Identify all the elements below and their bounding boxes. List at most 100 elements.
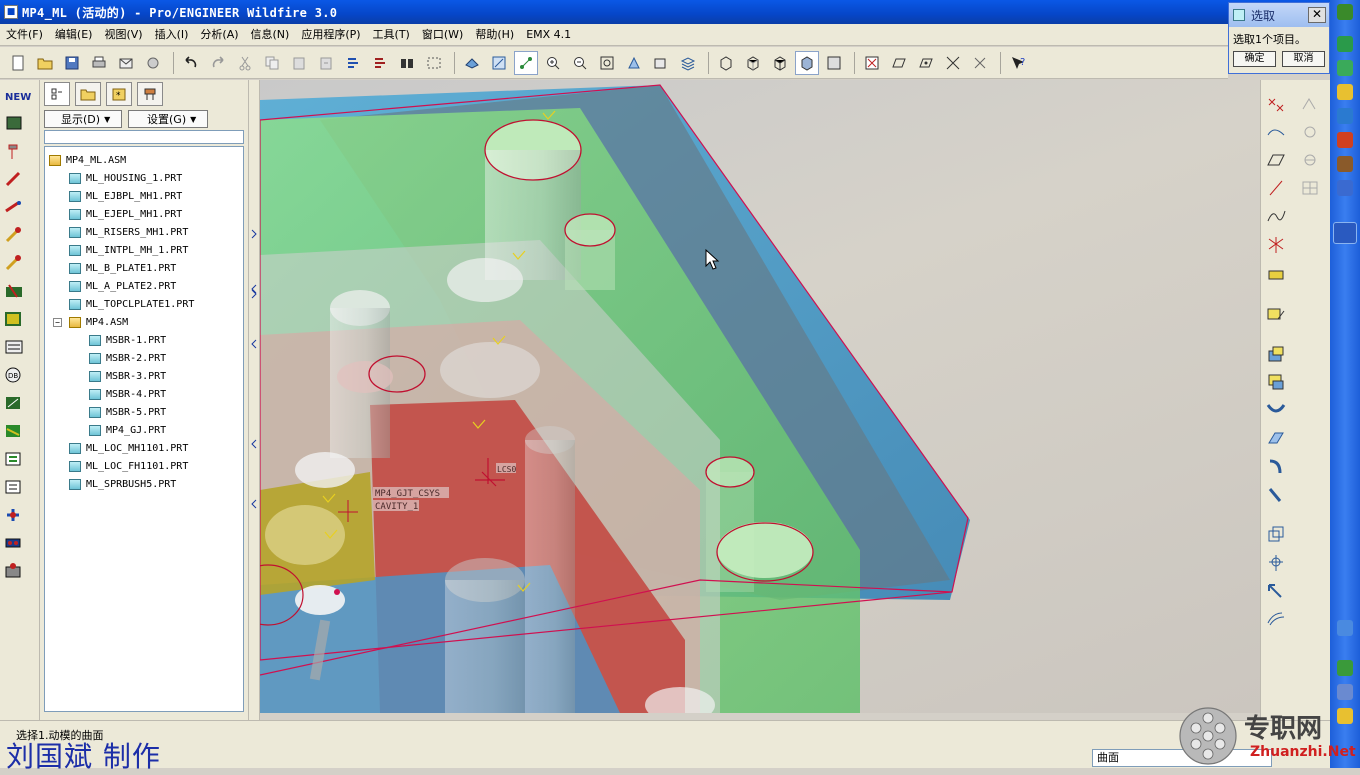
menu-item[interactable]: 文件(F) [0,24,49,46]
selection-box-icon[interactable] [422,51,446,75]
bom-icon[interactable] [3,418,37,444]
copy-feature-icon[interactable] [1263,522,1289,546]
tree-item[interactable]: ML_SPRBUSH5.PRT [45,475,243,493]
tree-item[interactable]: MSBR-1.PRT [45,331,243,349]
tree-item[interactable]: MSBR-5.PRT [45,403,243,421]
close-icon[interactable]: ✕ [1308,7,1326,23]
shield-icon[interactable] [1337,36,1353,52]
sweep-icon[interactable] [1263,398,1289,422]
zoom-in-icon[interactable] [541,51,565,75]
menu-item[interactable]: 信息(N) [245,24,296,46]
menu-item[interactable]: EMX 4.1 [520,24,577,46]
screw-icon[interactable] [3,166,37,192]
annotation-display-icon[interactable] [968,51,992,75]
volume-icon[interactable] [1337,684,1353,700]
chevron-down-icon[interactable] [1337,180,1353,196]
connections-tab-icon[interactable] [137,82,163,106]
extrude-icon[interactable] [1263,342,1289,366]
new-file-icon[interactable] [6,51,30,75]
tree-item[interactable]: ML_EJBPL_MH1.PRT [45,187,243,205]
ok-button[interactable]: 确定 [1233,51,1276,67]
component-icon[interactable] [3,502,37,528]
collapse-icon[interactable]: − [53,317,62,327]
saved-views-icon[interactable] [649,51,673,75]
trim-icon[interactable] [1297,92,1323,116]
browser-icon[interactable] [1337,132,1353,148]
tree-item[interactable]: ML_RISERS_MH1.PRT [45,223,243,241]
analysis-feature-icon[interactable] [1263,260,1289,284]
app-icon[interactable] [1337,156,1353,172]
cut-icon[interactable] [233,51,257,75]
spin-center-icon[interactable] [514,50,538,75]
panel-splitter[interactable] [248,80,260,720]
shell-icon[interactable] [1297,148,1323,172]
sketched-curve-icon[interactable] [1263,120,1289,144]
chamfer-icon[interactable] [1263,482,1289,506]
tree-item[interactable]: ML_HOUSING_1.PRT [45,169,243,187]
tree-root[interactable]: MP4_ML.ASM [45,151,243,169]
send-mail-icon[interactable] [114,51,138,75]
animation-icon[interactable] [3,558,37,584]
tree-item[interactable]: ML_EJEPL_MH1.PRT [45,205,243,223]
zoom-out-icon[interactable] [568,51,592,75]
model-tree-tab-icon[interactable] [44,82,70,106]
open-folder-icon[interactable] [33,51,57,75]
tree-item[interactable]: MSBR-4.PRT [45,385,243,403]
tree-item[interactable]: ML_A_PLATE2.PRT [45,277,243,295]
wireframe-icon[interactable] [714,51,738,75]
refit-icon[interactable] [595,51,619,75]
orient-mode-icon[interactable] [487,51,511,75]
menu-item[interactable]: 应用程序(P) [295,24,366,46]
lifter-icon[interactable] [3,334,37,360]
datum-plane-icon[interactable] [1263,148,1289,172]
repaint-icon[interactable] [460,51,484,75]
cooling-icon[interactable] [3,278,37,304]
clearance-icon[interactable] [3,390,37,416]
keyboard-icon[interactable] [1337,620,1353,636]
guide-pin-icon[interactable] [3,194,37,220]
new-icon[interactable]: NEW [3,82,37,108]
paste-icon[interactable] [287,51,311,75]
revolve-icon[interactable] [1263,370,1289,394]
locating-ring-icon[interactable] [3,250,37,276]
ejector-pin-icon[interactable] [3,138,37,164]
slider-icon[interactable] [3,306,37,332]
drawing-icon[interactable] [3,446,37,472]
tree-item[interactable]: MSBR-2.PRT [45,349,243,367]
ejection-icon[interactable] [3,530,37,556]
tree-item[interactable]: MSBR-3.PRT [45,367,243,385]
offset-icon[interactable] [1263,606,1289,630]
menu-item[interactable]: 分析(A) [194,24,244,46]
tree-item[interactable]: ML_B_PLATE1.PRT [45,259,243,277]
hidden-line-icon[interactable] [741,51,765,75]
menu-item[interactable]: 视图(V) [98,24,148,46]
show-dropdown[interactable]: 显示(D) ▼ [44,110,122,128]
menu-item[interactable]: 窗口(W) [416,24,469,46]
datum-axes-icon[interactable] [887,51,911,75]
favorites-tab-icon[interactable]: * [106,82,132,106]
settings-dropdown[interactable]: 设置(G) ▼ [128,110,208,128]
tree-item[interactable]: ML_LOC_MH1101.PRT [45,439,243,457]
datum-planes-icon[interactable] [860,51,884,75]
folder-browser-tab-icon[interactable] [75,82,101,106]
task-proe-button[interactable] [1333,222,1357,244]
shading-icon[interactable] [795,50,819,75]
mirror-icon[interactable] [1263,550,1289,574]
blend-icon[interactable] [1263,426,1289,450]
move-icon[interactable] [1263,578,1289,602]
security-icon[interactable] [1337,60,1353,76]
print-icon[interactable] [87,51,111,75]
tree-item[interactable]: − MP4.ASM [45,313,243,331]
menu-item[interactable]: 插入(I) [149,24,195,46]
datum-axis-icon[interactable] [1263,176,1289,200]
save-icon[interactable] [60,51,84,75]
start-icon[interactable] [1337,4,1353,20]
mold-base-icon[interactable] [3,474,37,500]
tree-item[interactable]: MP4_GJ.PRT [45,421,243,439]
pattern-icon[interactable] [1297,176,1323,200]
redo-icon[interactable] [206,51,230,75]
copy-icon[interactable] [260,51,284,75]
no-hidden-icon[interactable] [768,51,792,75]
send-link-icon[interactable] [141,51,165,75]
cancel-button[interactable]: 取消 [1282,51,1325,67]
